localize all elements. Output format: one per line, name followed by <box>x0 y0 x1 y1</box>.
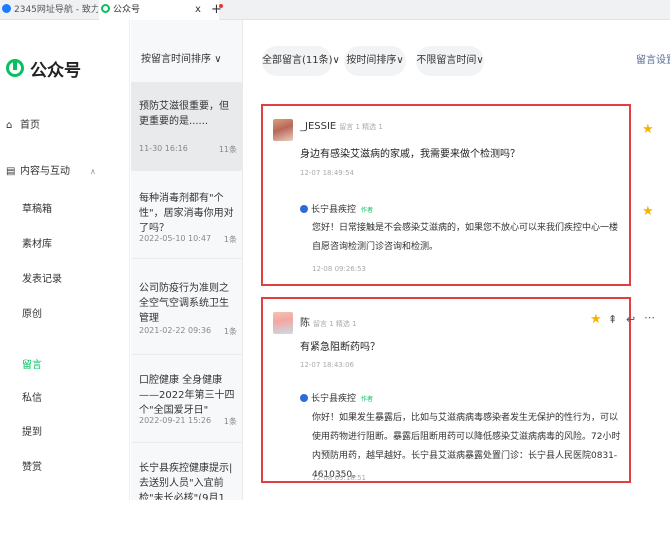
article-comment-count: 1条 <box>223 235 237 244</box>
filter-all-comments[interactable]: 全部留言(11条)∨ <box>262 46 340 76</box>
star-icon[interactable]: ★ <box>642 122 654 137</box>
article-title: 预防艾滋很重要，但更重要的是...... <box>139 101 229 127</box>
browser-tab-bar: 2345网址导航 - 致力于打造百 公众号 x + <box>0 0 670 20</box>
comment-user-name: _JESSIE <box>300 121 337 132</box>
browser-tab-gongzhonghao[interactable]: 公众号 <box>99 0 219 20</box>
article-title: 长宁县疾控健康提示|去送别人员"入宜前检"未长必核"(9月1 <box>139 463 233 500</box>
article-item[interactable]: 口腔健康 全身健康——2022年第三十四个"全国爱牙日" 2022-09-21 … <box>131 354 242 442</box>
comment-user[interactable]: 陈留言 1 精选 1 <box>300 314 357 329</box>
home-icon: ⌂ <box>6 120 13 131</box>
filter-label: 按时间排序 <box>346 55 397 66</box>
article-comment-count: 1条 <box>223 327 237 336</box>
new-tab-icon[interactable]: + <box>211 0 222 20</box>
sidebar-item-materials[interactable]: 素材库 <box>22 235 52 250</box>
star-icon[interactable]: ★ <box>590 312 602 327</box>
sidebar-item-messages[interactable]: 私信 <box>22 389 42 404</box>
chevron-down-icon: ∨ <box>332 55 340 66</box>
chevron-down-icon: ∨ <box>214 54 222 65</box>
reply-author-name: 长宁县疾控 <box>311 394 357 404</box>
filter-time-sort[interactable]: 按时间排序∨ <box>344 46 406 76</box>
sidebar-item-label: 首页 <box>20 120 40 131</box>
article-list: 按留言时间排序 ∨ 预防艾滋很重要，但更重要的是...... 11-30 16:… <box>131 20 243 500</box>
filter-time-range[interactable]: 不限留言时间∨ <box>416 46 484 76</box>
notification-dot <box>219 4 223 8</box>
tab-label: 公众号 <box>113 5 141 15</box>
sidebar-item-publish-records[interactable]: 发表记录 <box>22 270 62 285</box>
logo-text: 公众号 <box>30 60 81 81</box>
article-date: 2022-05-10 10:47 <box>139 234 212 243</box>
comment-time: 12-07 18:49:54 <box>300 169 355 177</box>
wechat-logo-icon <box>6 59 24 77</box>
list-sort-dropdown[interactable]: 按留言时间排序 ∨ <box>141 50 222 65</box>
author-badge: 作者 <box>361 207 374 214</box>
comment-text: 有紧急阻断药吗？ <box>300 342 380 353</box>
reply-time: 12-08 09:26:53 <box>312 265 367 273</box>
sidebar: 公众号 ⌂ 首页 ▤ 内容与互动 ∧ 草稿箱 素材库 发表记录 原创 留言 私信 提到… <box>0 20 130 500</box>
article-item[interactable]: 每种消毒剂都有"个性"，居家消毒你用对了吗？ 2022-05-10 10:47 … <box>131 170 242 258</box>
author-badge: 作者 <box>361 396 374 403</box>
article-date: 2021-02-22 09:36 <box>139 326 212 335</box>
avatar[interactable] <box>273 312 293 334</box>
avatar[interactable] <box>273 119 293 141</box>
sidebar-item-drafts[interactable]: 草稿箱 <box>22 200 52 215</box>
sidebar-item-mentions[interactable]: 提到 <box>22 423 42 438</box>
chevron-down-icon: ∨ <box>476 55 484 66</box>
comment-settings-link[interactable]: 留言设置 <box>636 46 670 76</box>
author-logo-icon <box>300 394 308 402</box>
close-tab-icon[interactable]: x <box>195 0 201 20</box>
comment-user-name: 陈 <box>300 318 310 329</box>
comment-time: 12-07 18:43:06 <box>300 361 355 369</box>
star-icon[interactable]: ★ <box>642 204 654 219</box>
author-logo-icon <box>300 205 308 213</box>
browser-tab-2345[interactable]: 2345网址导航 - 致力于打造百 <box>0 0 98 20</box>
2345-favicon-icon <box>2 4 11 13</box>
article-item[interactable]: 预防艾滋很重要，但更重要的是...... 11-30 16:16 11条 <box>131 82 242 170</box>
logo[interactable]: 公众号 <box>6 56 81 81</box>
article-date: 2022-09-21 15:26 <box>139 416 212 425</box>
content-icon: ▤ <box>6 166 16 177</box>
sidebar-item-home[interactable]: ⌂ 首页 <box>6 116 40 131</box>
article-comment-count: 1条 <box>223 417 237 426</box>
comment-user-meta: 留言 1 精选 1 <box>339 123 383 131</box>
sidebar-group-label: 内容与互动 <box>20 166 70 177</box>
article-item[interactable]: 公司防疫行为准则之全空气空调系统卫生管理 2021-02-22 09:36 1条 <box>131 258 242 354</box>
reply-time: 12-08 09:18:51 <box>312 474 367 482</box>
filter-label: 全部留言(11条) <box>262 55 333 66</box>
comment-user[interactable]: _JESSIE 留言 1 精选 1 <box>300 121 383 132</box>
article-title: 口腔健康 全身健康——2022年第三十四个"全国爱牙日" <box>139 375 235 416</box>
more-icon[interactable]: ⋯ <box>644 311 655 324</box>
chevron-up-icon: ∧ <box>90 167 96 176</box>
article-title: 每种消毒剂都有"个性"，居家消毒你用对了吗？ <box>139 193 234 234</box>
chevron-down-icon: ∨ <box>396 55 404 66</box>
article-title: 公司防疫行为准则之全空气空调系统卫生管理 <box>139 283 229 324</box>
article-item[interactable]: 长宁县疾控健康提示|去送别人员"入宜前检"未长必核"(9月1 <box>131 442 242 500</box>
reply-text: 您好！日常接触是不会感染艾滋病的，如果您不放心可以来我们疾控中心一楼自愿咨询检测… <box>312 223 619 252</box>
reply-icon[interactable]: ↩ <box>626 313 635 326</box>
filter-label: 不限留言时间 <box>416 55 477 66</box>
comment-text: 身边有感染艾滋病的家戚，我需要来做个检测吗？ <box>300 149 520 160</box>
tab-label: 2345网址导航 - 致力于打造百 <box>14 5 98 15</box>
pin-top-icon[interactable]: ⇞ <box>608 313 617 326</box>
sidebar-item-original[interactable]: 原创 <box>22 305 42 320</box>
reply-author: 长宁县疾控 作者 <box>300 202 373 215</box>
sidebar-item-rewards[interactable]: 赞赏 <box>22 458 42 473</box>
comment-user-meta: 留言 1 精选 1 <box>313 320 357 328</box>
sidebar-group-content[interactable]: ▤ 内容与互动 ∧ <box>6 162 96 177</box>
wechat-favicon-icon <box>101 4 110 13</box>
sidebar-item-comments[interactable]: 留言 <box>22 356 42 371</box>
article-date: 11-30 16:16 <box>139 144 188 153</box>
article-comment-count: 11条 <box>218 145 237 154</box>
reply-author-name: 长宁县疾控 <box>311 205 357 215</box>
list-sort-label: 按留言时间排序 <box>141 54 211 65</box>
reply-author: 长宁县疾控 作者 <box>300 391 373 404</box>
